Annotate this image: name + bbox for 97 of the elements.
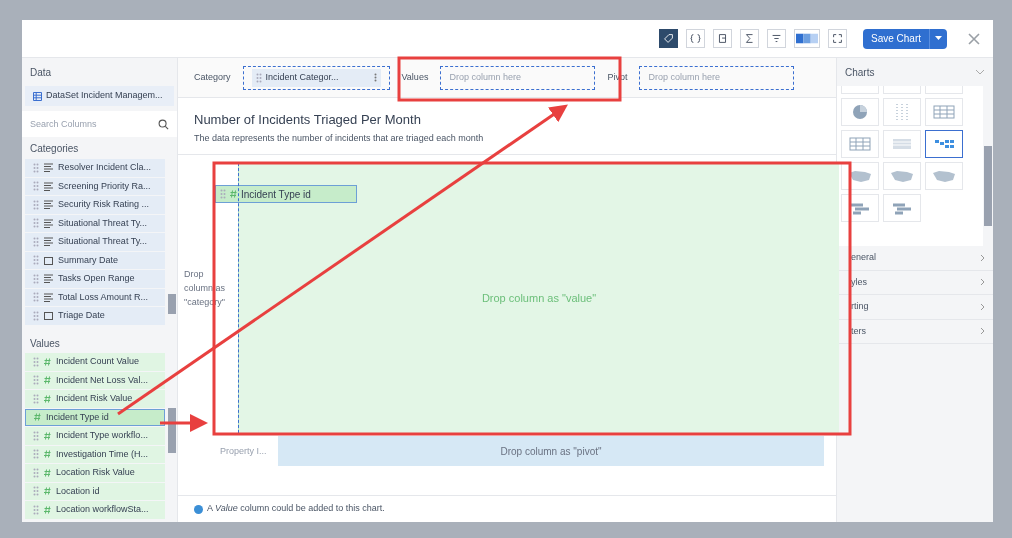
section-header: Values <box>29 336 61 351</box>
filter-icon[interactable] <box>766 29 786 48</box>
chart-title: Number of Incidents Triaged Per Month <box>194 111 422 129</box>
info-icon <box>194 504 203 514</box>
drag-handle-icon[interactable] <box>33 199 39 210</box>
category-column-item[interactable]: Triage Date <box>25 307 165 325</box>
drop-placeholder: Drop column here <box>449 70 521 84</box>
value-column-item[interactable]: Incident Type id <box>25 408 165 426</box>
chevron-right-icon <box>980 253 985 262</box>
pivot-drop-zone[interactable]: Drop column as "pivot" <box>278 436 824 466</box>
category-column-item[interactable]: Situational Threat Ty... <box>25 214 165 232</box>
hash-icon <box>34 413 41 422</box>
value-column-item[interactable]: Location workflowSta... <box>25 501 165 519</box>
drag-handle-icon[interactable] <box>33 181 39 192</box>
category-column-item[interactable]: Screening Priority Ra... <box>25 177 165 195</box>
drag-handle-icon[interactable] <box>33 486 39 497</box>
text-lines-icon <box>44 292 53 302</box>
drag-handle-icon[interactable] <box>33 504 39 515</box>
value-drop-hint: Drop column as "value" <box>481 290 597 306</box>
sigma-icon[interactable] <box>739 29 759 48</box>
hash-icon <box>44 357 51 366</box>
panel-header: Data <box>29 65 53 80</box>
export-icon[interactable] <box>712 29 732 48</box>
field-label: Category <box>194 70 231 84</box>
hash-icon <box>44 468 51 477</box>
hash-icon <box>44 505 51 514</box>
drag-handle-icon[interactable] <box>33 356 39 367</box>
category-drop-field[interactable]: Incident Categor... <box>242 65 390 90</box>
close-icon[interactable] <box>967 31 981 46</box>
braces-icon[interactable] <box>685 29 705 48</box>
save-chart-button[interactable]: Save Chart <box>862 28 947 49</box>
category-column-item[interactable]: Total Loss Amount R... <box>25 288 165 306</box>
field-label: Values <box>401 70 429 84</box>
drag-handle-icon[interactable] <box>33 292 39 303</box>
drag-handle-icon[interactable] <box>33 236 39 247</box>
chevron-down-icon[interactable] <box>975 69 985 75</box>
drag-handle-icon[interactable] <box>33 449 39 460</box>
drag-handle-icon[interactable] <box>33 430 39 441</box>
drag-handle-icon[interactable] <box>255 72 262 83</box>
text-lines-icon <box>44 237 53 247</box>
value-column-item[interactable]: Location Risk Value <box>25 464 165 482</box>
hash-icon <box>230 190 237 198</box>
search-icon <box>158 118 169 130</box>
drag-handle-icon[interactable] <box>33 467 39 478</box>
value-column-item[interactable]: Investigation Time (H... <box>25 445 165 463</box>
hash-icon <box>44 394 51 403</box>
settings-section-header[interactable]: eneral <box>837 246 993 271</box>
calendar-icon <box>44 311 53 321</box>
hash-icon <box>44 376 51 385</box>
settings-section-header[interactable]: yles <box>837 270 993 295</box>
text-lines-icon <box>44 163 53 173</box>
drag-handle-icon[interactable] <box>33 218 39 229</box>
value-column-item[interactable]: Incident Count Value <box>25 353 165 371</box>
chart-type-option[interactable] <box>925 130 963 158</box>
category-column-item[interactable]: Security Risk Rating ... <box>25 196 165 214</box>
chevron-right-icon <box>980 327 985 336</box>
panel-header: Charts <box>845 65 875 80</box>
more-icon[interactable] <box>373 73 377 82</box>
chevron-right-icon <box>980 278 985 287</box>
drag-handle-icon[interactable] <box>220 189 226 199</box>
value-column-item[interactable]: Incident Type workflo... <box>25 427 165 445</box>
category-column-item[interactable]: Resolver Incident Cla... <box>25 159 165 177</box>
category-column-item[interactable]: Tasks Open Range <box>25 270 165 288</box>
settings-section-header[interactable]: rting <box>837 295 993 320</box>
table-icon <box>33 91 42 101</box>
category-column-item[interactable]: Situational Threat Ty... <box>25 233 165 251</box>
hash-icon <box>44 450 51 459</box>
text-lines-icon <box>44 274 53 284</box>
value-column-item[interactable]: Incident Risk Value <box>25 390 165 408</box>
value-column-item[interactable]: Location id <box>25 482 165 500</box>
color-scale-icon[interactable] <box>793 29 820 48</box>
hash-icon <box>44 487 51 496</box>
drag-handle-icon[interactable] <box>33 255 39 266</box>
category-column-item[interactable]: Summary Date <box>25 251 165 269</box>
drag-handle-icon[interactable] <box>33 393 39 404</box>
text-lines-icon <box>44 181 53 191</box>
fullscreen-icon[interactable] <box>827 29 847 48</box>
value-column-item[interactable]: Incident Net Loss Val... <box>25 371 165 389</box>
text-lines-icon <box>44 200 53 210</box>
dragged-column-chip[interactable]: Incident Type id <box>215 185 357 203</box>
drag-handle-icon[interactable] <box>33 273 39 284</box>
drag-handle-icon[interactable] <box>33 375 39 386</box>
text-lines-icon <box>44 218 53 228</box>
calendar-icon <box>44 255 53 265</box>
tag-icon[interactable] <box>658 29 678 48</box>
axis-label: Property I... <box>220 445 267 458</box>
dataset-selector[interactable]: DataSet Incident Managem... <box>25 86 174 106</box>
pivot-drop-hint: Drop column as "pivot" <box>500 444 602 459</box>
drop-placeholder: Drop column here <box>648 70 720 84</box>
drag-handle-icon[interactable] <box>33 162 39 173</box>
hash-icon <box>44 431 51 440</box>
chevron-right-icon <box>980 302 985 311</box>
settings-section-header[interactable]: ters <box>837 319 993 344</box>
hint-text: A Value column could be added to this chart. <box>207 502 385 516</box>
chart-subtitle: The data represents the number of incidents that are triaged each month <box>194 131 485 145</box>
drag-handle-icon[interactable] <box>33 310 39 321</box>
category-chip[interactable]: Incident Categor... <box>251 68 381 87</box>
